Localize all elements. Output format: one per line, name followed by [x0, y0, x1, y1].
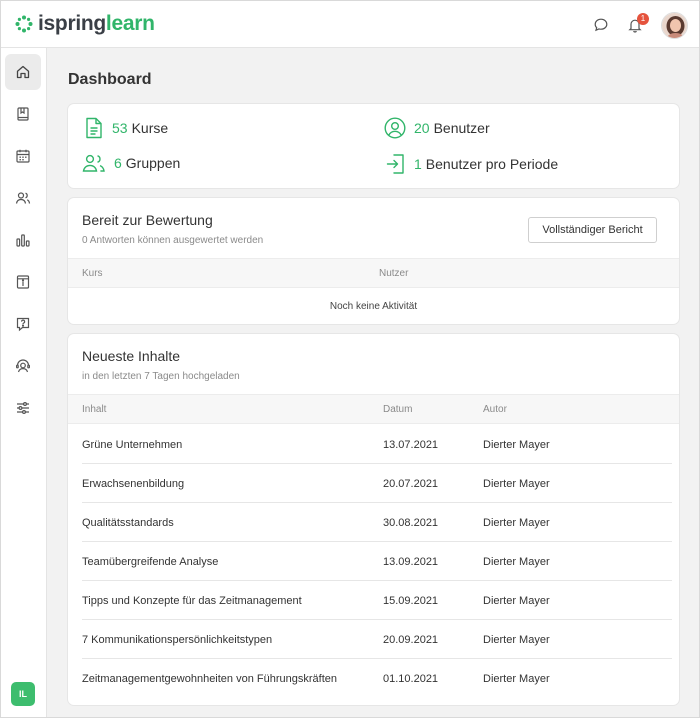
stats-card: 53 Kurse 20 Benutzer 6 Gruppen 1 Benutze…: [68, 104, 679, 188]
document-icon: [86, 117, 102, 139]
table-row[interactable]: Zeitmanagementgewohnheiten von Führungsk…: [68, 659, 679, 698]
notifications-button[interactable]: 1: [624, 13, 649, 36]
row-content: Grüne Unternehmen: [82, 439, 183, 451]
stat-period-number: 1: [414, 156, 422, 172]
row-author: Dierter Mayer: [483, 478, 550, 490]
user-initials-badge[interactable]: IL: [11, 682, 35, 706]
latest-subtitle: in den letzten 7 Tagen hochgeladen: [82, 371, 240, 382]
row-date: 30.08.2021: [383, 517, 439, 529]
column-header-author[interactable]: Autor: [483, 404, 507, 415]
sidebar-item-calendar[interactable]: [5, 138, 41, 174]
column-header-content[interactable]: Inhalt: [82, 404, 106, 415]
table-row[interactable]: Grüne Unternehmen 13.07.2021 Dierter May…: [68, 425, 679, 464]
sign-in-icon: [386, 154, 404, 174]
latest-title: Neueste Inhalte: [82, 348, 181, 364]
row-content: 7 Kommunikationspersönlichkeitstypen: [82, 634, 273, 646]
page-title: Dashboard: [68, 71, 152, 88]
grading-table-header: Kurs Nutzer: [68, 258, 679, 288]
top-bar: ispringlearn 1: [1, 1, 699, 48]
sidebar: IL: [1, 48, 47, 717]
row-author: Dierter Mayer: [483, 556, 550, 568]
row-content: Teamübergreifende Analyse: [82, 556, 219, 568]
stat-users-number: 20: [414, 120, 430, 136]
table-row[interactable]: Tipps und Konzepte für das Zeitmanagemen…: [68, 581, 679, 620]
row-author: Dierter Mayer: [483, 517, 550, 529]
grading-subtitle: 0 Antworten können ausgewertet werden: [82, 235, 264, 246]
grading-empty-state: Noch keine Aktivität: [329, 301, 418, 312]
user-avatar[interactable]: [661, 12, 688, 39]
users-icon: [15, 192, 31, 204]
row-date: 15.09.2021: [383, 595, 439, 607]
row-date: 01.10.2021: [383, 673, 439, 685]
stat-courses-label: Kurse: [131, 120, 169, 136]
calendar-icon: [16, 149, 30, 163]
table-row[interactable]: Qualitätsstandards 30.08.2021 Dierter Ma…: [68, 503, 679, 542]
bar-chart-icon: [16, 234, 30, 247]
sidebar-item-home[interactable]: [5, 54, 41, 90]
ispring-logo-icon: [15, 15, 33, 33]
info-icon: [16, 275, 30, 289]
row-content: Zeitmanagementgewohnheiten von Führungsk…: [82, 673, 337, 685]
logo[interactable]: ispringlearn: [15, 12, 155, 35]
stat-users-per-period[interactable]: 1 Benutzer pro Periode: [386, 153, 558, 175]
row-content: Tipps und Konzepte für das Zeitmanagemen…: [82, 595, 302, 607]
book-icon: [17, 107, 29, 121]
table-row[interactable]: 7 Kommunikationspersönlichkeitstypen 20.…: [68, 620, 679, 659]
sidebar-item-info[interactable]: [5, 264, 41, 300]
sidebar-item-users[interactable]: [5, 180, 41, 216]
row-date: 20.07.2021: [383, 478, 439, 490]
user-circle-icon: [384, 117, 406, 139]
row-content: Erwachsenenbildung: [82, 478, 185, 490]
stat-groups-label: Gruppen: [125, 155, 181, 171]
latest-table-header: Inhalt Datum Autor: [68, 394, 679, 424]
row-author: Dierter Mayer: [483, 595, 550, 607]
logo-text-learn: learn: [105, 12, 155, 35]
app-window: ispringlearn 1 IL Dashboard 53 Kurse 20 …: [0, 0, 700, 718]
column-header-date[interactable]: Datum: [383, 404, 412, 415]
group-icon: [82, 154, 105, 172]
full-report-button[interactable]: Vollständiger Bericht: [528, 217, 657, 243]
latest-content-card: Neueste Inhalte in den letzten 7 Tagen h…: [68, 334, 679, 705]
stat-period-label: Benutzer pro Periode: [425, 156, 559, 172]
home-icon: [16, 65, 30, 79]
notification-badge: 1: [637, 13, 649, 25]
column-header-course[interactable]: Kurs: [82, 268, 103, 279]
logo-text-ispring: ispring: [38, 12, 106, 35]
stat-users[interactable]: 20 Benutzer: [384, 117, 490, 139]
stat-groups[interactable]: 6 Gruppen: [82, 153, 180, 173]
row-date: 13.07.2021: [383, 439, 439, 451]
grading-title: Bereit zur Bewertung: [82, 212, 213, 228]
table-row[interactable]: Teamübergreifende Analyse 13.09.2021 Die…: [68, 542, 679, 581]
sidebar-item-reports[interactable]: [5, 222, 41, 258]
grading-card: Bereit zur Bewertung 0 Antworten können …: [68, 198, 679, 324]
row-date: 13.09.2021: [383, 556, 439, 568]
sidebar-item-help[interactable]: [5, 306, 41, 342]
chat-bubble-icon: [594, 18, 608, 32]
chat-button[interactable]: [590, 14, 612, 36]
row-author: Dierter Mayer: [483, 439, 550, 451]
row-author: Dierter Mayer: [483, 634, 550, 646]
sidebar-item-settings[interactable]: [5, 390, 41, 426]
table-row[interactable]: Erwachsenenbildung 20.07.2021 Dierter Ma…: [68, 464, 679, 503]
user-support-icon: [16, 359, 31, 373]
row-author: Dierter Mayer: [483, 673, 550, 685]
stat-users-label: Benutzer: [433, 120, 490, 136]
stat-groups-number: 6: [114, 155, 122, 171]
row-date: 20.09.2021: [383, 634, 439, 646]
stat-courses[interactable]: 53 Kurse: [84, 117, 168, 139]
sidebar-item-support[interactable]: [5, 348, 41, 384]
question-icon: [16, 317, 30, 332]
stat-courses-number: 53: [112, 120, 128, 136]
avatar-image: [662, 13, 687, 38]
sidebar-item-courses[interactable]: [5, 96, 41, 132]
settings-sliders-icon: [17, 401, 29, 415]
column-header-user[interactable]: Nutzer: [379, 268, 408, 279]
row-content: Qualitätsstandards: [82, 517, 174, 529]
